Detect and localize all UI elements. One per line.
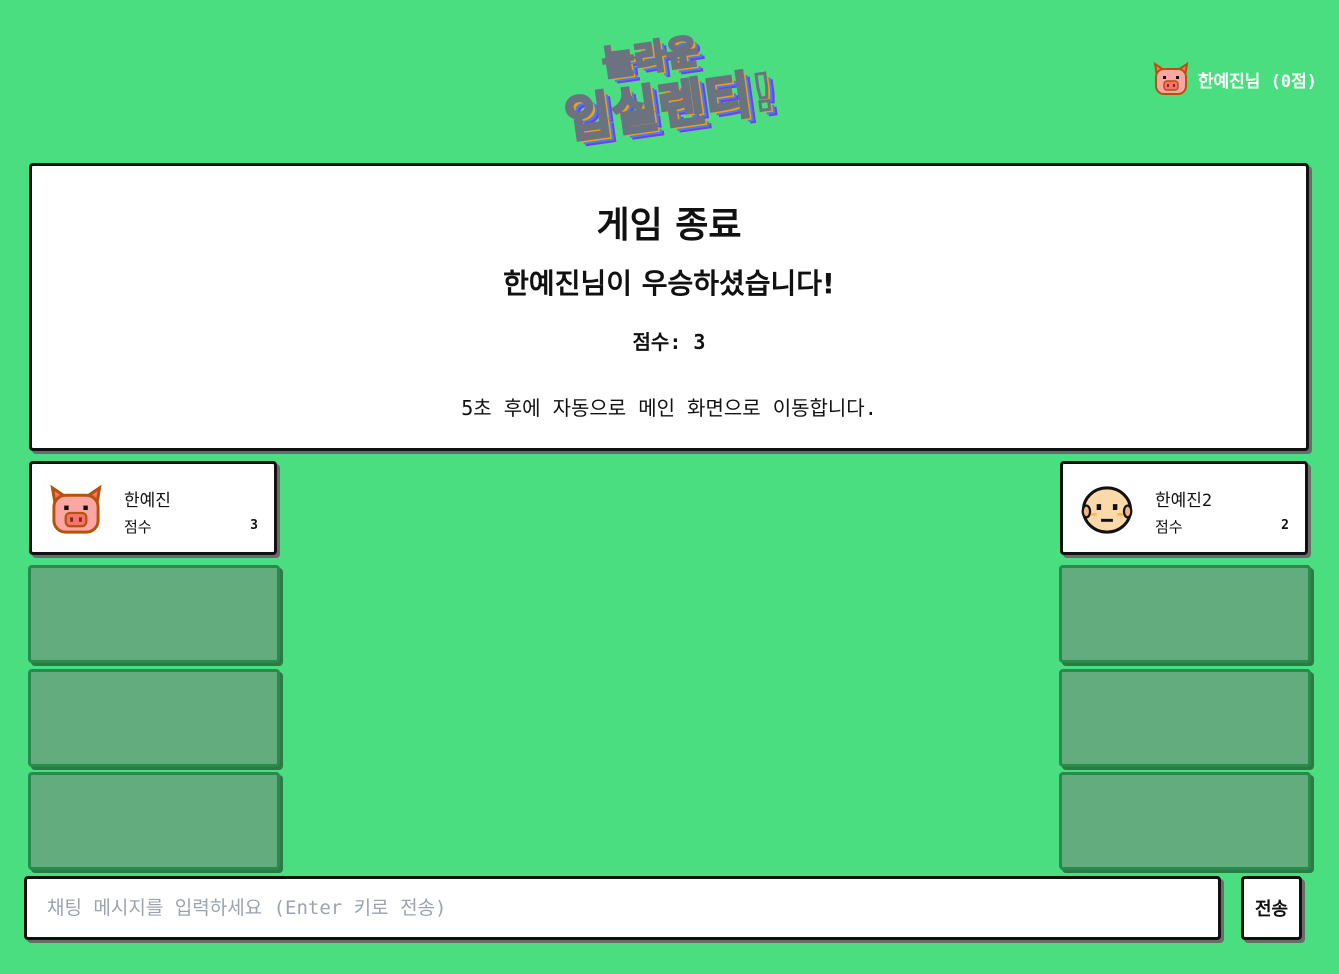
score-label: 점수 <box>124 518 152 536</box>
empty-player-slot <box>28 772 280 870</box>
winner-message: 한예진님이 우승하셨습니다! <box>503 267 835 300</box>
game-result-panel: 게임 종료 한예진님이 우승하셨습니다! 점수: 3 5초 후에 자동으로 메인… <box>29 163 1309 451</box>
user-name-score: 한예진님 (0점) <box>1197 71 1317 92</box>
send-button[interactable]: 전송 <box>1241 876 1302 940</box>
empty-player-slot <box>1059 772 1311 870</box>
empty-player-slot <box>1059 565 1311 663</box>
chat-input-box <box>24 876 1221 940</box>
empty-player-slot <box>28 565 280 663</box>
empty-player-slot <box>1059 669 1311 767</box>
empty-player-slot <box>28 669 280 767</box>
winner-score: 점수: 3 <box>632 330 706 354</box>
game-logo: 놀라운 입실렌티! <box>560 28 781 151</box>
chat-input[interactable] <box>27 879 1218 937</box>
result-title: 게임 종료 <box>596 205 742 246</box>
logo-line2: 입실렌티! <box>560 61 781 151</box>
score-label: 점수 <box>1155 518 1183 536</box>
pig-icon <box>1153 62 1189 95</box>
player-name: 한예진 <box>124 491 171 511</box>
user-info: 한예진님 (0점) <box>1152 62 1317 96</box>
player-score: 3 <box>250 518 258 533</box>
bald-face-icon <box>1081 486 1133 534</box>
player-name: 한예진2 <box>1155 491 1213 511</box>
player-card-right: 한예진2 점수 2 <box>1060 461 1308 555</box>
player-score: 2 <box>1281 518 1289 533</box>
redirect-notice: 5초 후에 자동으로 메인 화면으로 이동합니다. <box>461 396 877 420</box>
player-card-left: 한예진 점수 3 <box>29 461 277 555</box>
pig-icon <box>50 484 102 534</box>
